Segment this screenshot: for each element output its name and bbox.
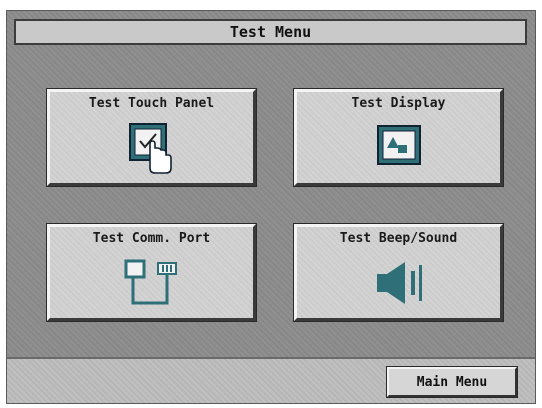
speaker-icon [371,259,427,311]
main-menu-button[interactable]: Main Menu [387,367,517,397]
comm-port-icon [120,257,184,317]
button-label: Test Comm. Port [92,231,211,246]
bottom-bar: Main Menu [7,357,535,403]
touch-panel-icon [126,120,178,180]
button-label: Test Touch Panel [88,96,215,111]
title-bar: Test Menu [14,19,527,45]
page-title: Test Menu [229,23,312,41]
display-icon [376,124,422,170]
test-display-button[interactable]: Test Display [294,89,503,186]
button-label: Test Beep/Sound [339,231,458,246]
button-label: Test Display [351,96,446,111]
test-beep-sound-button[interactable]: Test Beep/Sound [294,224,503,321]
test-menu-screen: Test Menu Test Touch Panel Test Display [6,10,536,404]
test-touch-panel-button[interactable]: Test Touch Panel [47,89,256,186]
main-menu-label: Main Menu [416,374,488,390]
test-comm-port-button[interactable]: Test Comm. Port [47,224,256,321]
